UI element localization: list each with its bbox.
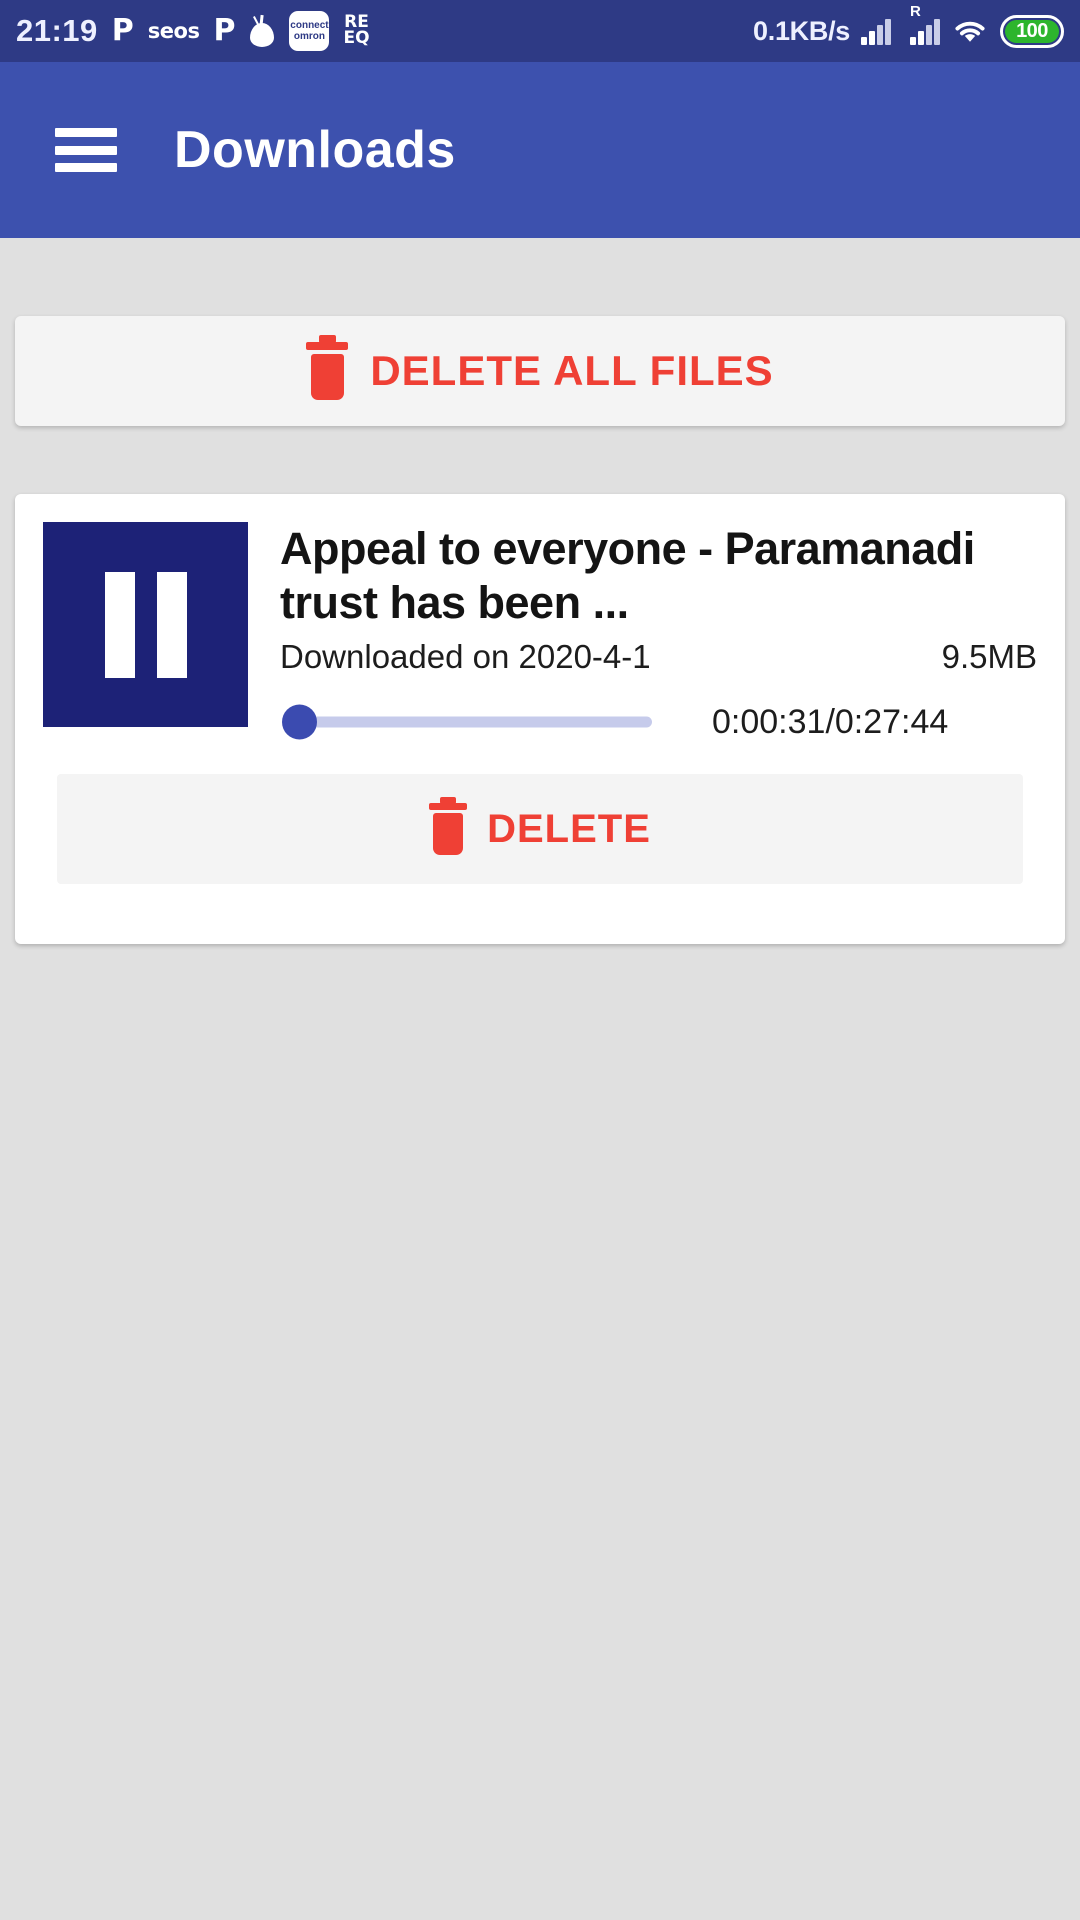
pause-bar-left <box>104 571 135 678</box>
reeq-line2: EQ <box>343 28 370 48</box>
omron-connect-line2: omron <box>293 31 326 42</box>
download-item-card: Appeal to everyone - Paramanadi trust ha… <box>15 494 1065 944</box>
pause-bar-right <box>156 571 187 678</box>
status-bar: 21:19 P seos P connect omron RE EQ 0.1KB… <box>0 0 1080 62</box>
playback-time-label: 0:00:31/0:27:44 <box>712 702 949 741</box>
trash-icon <box>306 335 349 400</box>
playback-progress-row: 0:00:31/0:27:44 <box>280 702 1037 742</box>
roaming-label: R <box>910 3 921 20</box>
reeq-icon: RE EQ <box>343 14 370 48</box>
delete-button[interactable]: DELETE <box>57 774 1023 884</box>
download-item-row: Appeal to everyone - Paramanadi trust ha… <box>15 494 1065 742</box>
download-item-info: Appeal to everyone - Paramanadi trust ha… <box>280 522 1037 742</box>
status-bar-right: 0.1KB/s R 100 <box>753 3 1064 48</box>
hamburger-line-3 <box>55 163 117 172</box>
seos-icon-glyph: seos <box>147 19 200 43</box>
seos-icon: seos <box>148 19 200 43</box>
content-area: DELETE ALL FILES Appeal to everyone - Pa… <box>0 316 1080 944</box>
hamburger-line-2 <box>55 145 117 155</box>
p-app-icon-2: P <box>213 16 235 46</box>
omron-connect-icon: connect omron <box>289 11 330 51</box>
network-speed-label: 0.1KB/s <box>753 15 850 46</box>
delete-all-files-label: DELETE ALL FILES <box>370 347 774 394</box>
signal-strength-icon-sim2: R <box>910 3 940 45</box>
omron-connect-line1: connect <box>290 19 329 31</box>
status-clock: 21:19 <box>16 13 98 48</box>
onion-icon-shape <box>249 14 275 47</box>
wifi-icon <box>955 21 985 42</box>
battery-percent-label: 100 <box>1016 19 1048 42</box>
seek-slider[interactable] <box>280 702 652 742</box>
download-date-label: Downloaded on 2020-4-1 <box>280 638 651 675</box>
delete-label: DELETE <box>487 806 651 851</box>
battery-icon: 100 <box>1000 14 1064 48</box>
download-item-meta: Downloaded on 2020-4-1 9.5MB <box>280 638 1037 676</box>
seek-track <box>298 716 652 728</box>
pause-icon[interactable] <box>43 522 248 727</box>
seek-thumb[interactable] <box>282 704 317 740</box>
delete-all-files-button[interactable]: DELETE ALL FILES <box>15 316 1065 426</box>
status-bar-left: 21:19 P seos P connect omron RE EQ <box>16 11 370 51</box>
app-bar: Downloads <box>0 62 1080 238</box>
p-app-icon-2-glyph: P <box>213 13 236 48</box>
onion-icon <box>249 14 275 47</box>
signal-strength-icon-sim1 <box>861 17 891 45</box>
hamburger-menu-icon[interactable] <box>55 128 117 172</box>
file-size-label: 9.5MB <box>941 638 1037 675</box>
trash-icon <box>429 796 468 855</box>
p-app-icon-glyph: P <box>111 13 134 48</box>
page-title: Downloads <box>174 121 456 179</box>
download-item-title: Appeal to everyone - Paramanadi trust ha… <box>280 523 975 628</box>
hamburger-line-1 <box>55 128 117 137</box>
p-app-icon: P <box>112 16 134 46</box>
